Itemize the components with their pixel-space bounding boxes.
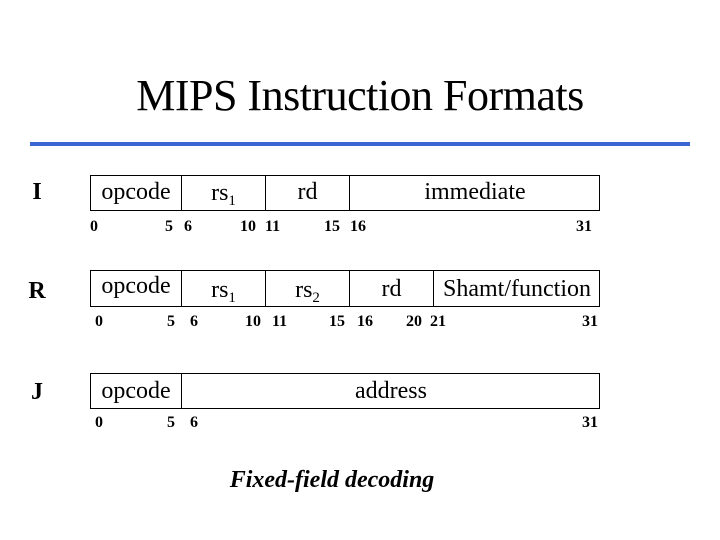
j-bit-5: 5 [167, 414, 175, 431]
r-field-rs2: rs2 [265, 271, 349, 306]
r-format-box: opcode rs1 rs2 rd Shamt/function [90, 270, 600, 307]
r-bit-11: 11 [272, 313, 288, 330]
i-field-opcode: opcode [101, 179, 171, 205]
r-bit-21: 21 [430, 313, 446, 330]
i-field-rs1: rs1 [181, 176, 265, 210]
caption: Fixed-field decoding [229, 467, 435, 493]
i-bit-5: 5 [165, 218, 173, 235]
i-field-rd: rd [265, 176, 349, 210]
r-bit-15: 15 [329, 313, 345, 330]
r-field-opcode: opcode [101, 273, 171, 299]
j-bit-0: 0 [95, 414, 103, 431]
r-bit-0: 0 [95, 313, 103, 330]
format-label-j: J [31, 379, 43, 405]
i-format-box: opcode rs1 rd immediate [90, 175, 600, 211]
i-bit-15: 15 [324, 218, 340, 235]
j-bit-6: 6 [190, 414, 198, 431]
r-bit-16: 16 [357, 313, 373, 330]
format-label-i: I [32, 179, 42, 205]
r-bit-20: 20 [406, 313, 422, 330]
i-bit-10: 10 [240, 218, 256, 235]
i-bit-6: 6 [184, 218, 192, 235]
i-bit-11: 11 [265, 218, 281, 235]
title-underline [30, 142, 690, 146]
j-bit-31: 31 [582, 414, 598, 431]
i-bit-0: 0 [90, 218, 98, 235]
i-field-immediate: immediate [349, 176, 600, 210]
r-bit-10: 10 [245, 313, 261, 330]
r-field-rd: rd [349, 271, 433, 306]
slide-title: MIPS Instruction Formats [136, 71, 584, 120]
format-label-r: R [28, 278, 46, 304]
j-field-opcode: opcode [101, 378, 171, 404]
j-format-box: opcode address [90, 373, 600, 409]
i-bit-16: 16 [350, 218, 366, 235]
i-bit-31: 31 [576, 218, 592, 235]
r-field-rs1: rs1 [181, 271, 265, 306]
r-bit-31: 31 [582, 313, 598, 330]
j-field-address: address [181, 374, 600, 408]
r-bit-6: 6 [190, 313, 198, 330]
r-field-shamt-function: Shamt/function [433, 271, 600, 306]
r-bit-5: 5 [167, 313, 175, 330]
